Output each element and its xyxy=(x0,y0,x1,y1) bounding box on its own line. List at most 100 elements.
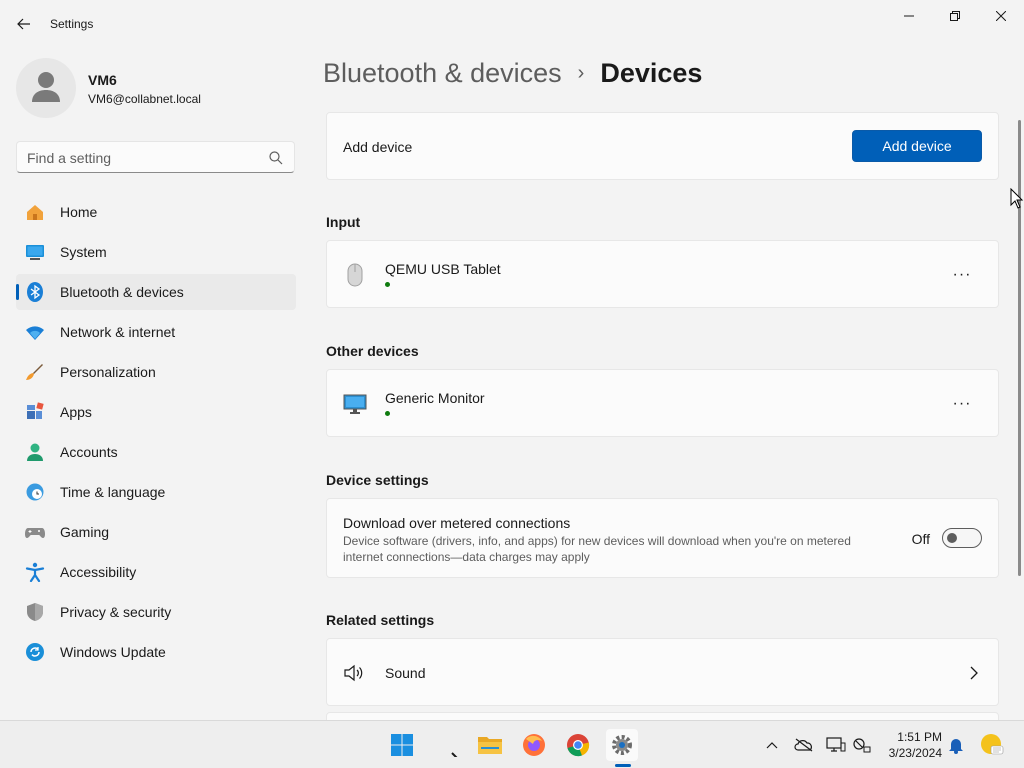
sidebar-item-home[interactable]: Home xyxy=(16,194,296,230)
speaker-icon xyxy=(344,664,363,682)
preview-build-button[interactable] xyxy=(980,733,1004,757)
file-explorer-icon xyxy=(478,737,502,754)
more-options-button[interactable]: ··· xyxy=(946,392,978,416)
monitor-icon xyxy=(343,390,367,418)
clock-globe-icon xyxy=(26,483,44,501)
device-card-generic-monitor[interactable]: Generic Monitor ··· xyxy=(326,369,999,437)
wifi-icon xyxy=(26,326,44,340)
minimize-icon xyxy=(904,15,914,17)
gamepad-icon xyxy=(25,528,45,538)
accounts-icon xyxy=(27,443,43,461)
section-title-input: Input xyxy=(326,214,361,230)
search-taskbar-icon xyxy=(451,752,458,757)
mouse-cursor-icon xyxy=(1010,188,1024,209)
sidebar-item-label: Accounts xyxy=(60,444,118,460)
breadcrumb-parent-link[interactable]: Bluetooth & devices xyxy=(323,58,562,89)
notification-bell-icon xyxy=(949,739,963,754)
taskbar-search-button[interactable] xyxy=(430,729,462,761)
sidebar-item-label: Home xyxy=(60,204,98,220)
toggle-knob xyxy=(947,533,957,543)
related-item-sound[interactable]: Sound xyxy=(326,638,999,706)
sidebar-item-label: System xyxy=(60,244,107,260)
firefox-button[interactable] xyxy=(518,729,550,761)
notifications-button[interactable] xyxy=(946,735,966,755)
onedrive-offline-icon xyxy=(794,738,813,752)
person-icon xyxy=(32,72,60,102)
minimize-button[interactable] xyxy=(886,0,932,32)
device-name: Generic Monitor xyxy=(385,390,485,406)
restore-icon xyxy=(950,11,960,21)
chrome-icon xyxy=(567,734,590,757)
sidebar-item-apps[interactable]: Apps xyxy=(16,394,296,430)
settings-gear-icon xyxy=(612,735,632,755)
shield-icon xyxy=(27,603,43,621)
more-options-button[interactable]: ··· xyxy=(946,263,978,287)
sidebar-item-label: Windows Update xyxy=(60,644,166,660)
sidebar-item-accounts[interactable]: Accounts xyxy=(16,434,296,470)
metered-toggle[interactable] xyxy=(942,528,982,548)
search-input[interactable] xyxy=(27,148,267,168)
profile-name: VM6 xyxy=(88,72,117,88)
brush-icon xyxy=(26,364,43,380)
sidebar-item-label: Privacy & security xyxy=(60,604,172,620)
sidebar-item-bluetooth-devices[interactable]: Bluetooth & devices xyxy=(16,274,296,310)
close-icon xyxy=(996,11,1006,21)
related-item-label: Sound xyxy=(385,665,426,681)
page-title: Devices xyxy=(600,58,703,88)
close-button[interactable] xyxy=(978,0,1024,32)
add-device-button[interactable]: Add device xyxy=(852,130,982,162)
chevron-right-icon xyxy=(970,666,978,680)
device-status-dot xyxy=(385,411,390,416)
sidebar-item-accessibility[interactable]: Accessibility xyxy=(16,554,296,590)
network-tray-button[interactable] xyxy=(852,735,872,755)
sidebar-item-windows-update[interactable]: Windows Update xyxy=(16,634,296,670)
device-name: QEMU USB Tablet xyxy=(385,261,501,277)
back-button[interactable] xyxy=(10,12,38,36)
sidebar-item-network[interactable]: Network & internet xyxy=(16,314,296,350)
device-card-qemu-usb-tablet[interactable]: QEMU USB Tablet ··· xyxy=(326,240,999,308)
section-title-related-settings: Related settings xyxy=(326,612,435,628)
sidebar-item-system[interactable]: System xyxy=(16,234,296,270)
profile-email: VM6@collabnet.local xyxy=(88,92,201,106)
settings-taskbar-button[interactable] xyxy=(606,729,638,761)
more-icon: ··· xyxy=(952,395,972,412)
sidebar-item-label: Bluetooth & devices xyxy=(60,284,184,300)
settings-window: Settings VM6 VM6@collabnet.local Home Sy xyxy=(0,0,1024,732)
network-status-icon xyxy=(853,738,871,753)
sidebar-item-label: Gaming xyxy=(60,524,110,540)
sidebar-item-privacy-security[interactable]: Privacy & security xyxy=(16,594,296,630)
preview-badge-icon xyxy=(981,734,1004,755)
title-bar: Settings xyxy=(0,0,1024,48)
maximize-button[interactable] xyxy=(932,0,978,32)
toggle-state-label: Off xyxy=(911,531,930,547)
sidebar-item-time-language[interactable]: Time & language xyxy=(16,474,296,510)
add-device-label: Add device xyxy=(343,139,413,155)
taskbar-clock[interactable]: 1:51 PM 3/23/2024 xyxy=(872,729,942,761)
avatar[interactable] xyxy=(16,58,76,118)
system-icon xyxy=(26,245,44,260)
breadcrumb: Bluetooth & devices › Devices xyxy=(323,58,702,89)
file-explorer-button[interactable] xyxy=(474,729,506,761)
chrome-button[interactable] xyxy=(562,729,594,761)
section-title-device-settings: Device settings xyxy=(326,472,429,488)
sidebar-item-personalization[interactable]: Personalization xyxy=(16,354,296,390)
display-tray-button[interactable] xyxy=(826,735,846,755)
sidebar-item-label: Time & language xyxy=(60,484,166,500)
search-icon[interactable] xyxy=(268,150,284,166)
active-app-indicator xyxy=(615,764,631,767)
chevron-up-icon xyxy=(766,742,778,749)
breadcrumb-chevron-icon: › xyxy=(577,62,585,84)
search-box[interactable] xyxy=(16,141,295,173)
metered-setting-description: Device software (drivers, info, and apps… xyxy=(343,534,851,564)
firefox-icon xyxy=(523,734,545,756)
apps-icon xyxy=(27,402,44,419)
start-button[interactable] xyxy=(386,729,418,761)
home-icon xyxy=(27,205,43,220)
sidebar-item-label: Apps xyxy=(60,404,92,420)
onedrive-tray-button[interactable] xyxy=(794,735,814,755)
sidebar-item-gaming[interactable]: Gaming xyxy=(16,514,296,550)
show-hidden-icons-button[interactable] xyxy=(762,735,782,755)
app-title: Settings xyxy=(50,17,94,31)
display-icon xyxy=(826,737,846,752)
accessibility-icon xyxy=(25,562,45,582)
